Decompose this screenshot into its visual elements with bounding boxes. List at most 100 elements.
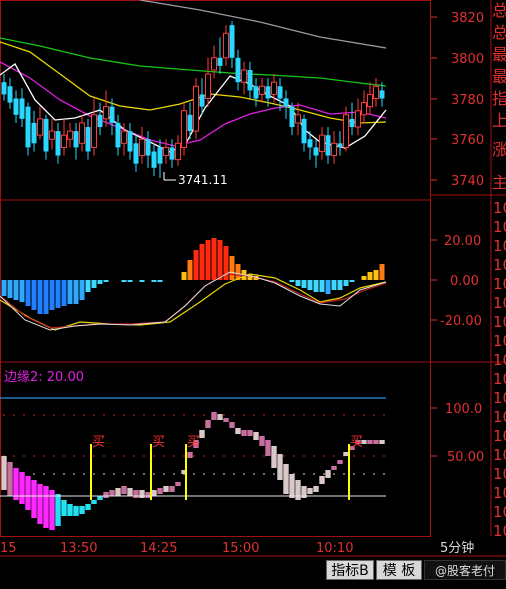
dot-2-274 (273, 473, 275, 475)
dot-2-324 (323, 473, 325, 475)
candle-13 (79, 114, 85, 152)
indicator-bar-47 (283, 464, 289, 494)
candle-12 (73, 122, 79, 160)
dot-1-54 (53, 455, 55, 457)
dot-1-64 (63, 455, 65, 457)
dot-0-254 (253, 414, 255, 416)
numeric-stub-8: 10 (493, 351, 506, 369)
chart-canvas[interactable]: 3741.11 3820 3800 3780 3760 3740 总 总 最 最… (0, 0, 506, 585)
candle-56 (337, 131, 343, 156)
candle-23 (139, 127, 145, 164)
macd-bar-9 (55, 280, 61, 308)
time-label-0: 15 (0, 541, 17, 556)
dot-2-244 (243, 473, 245, 475)
dot-2-164 (163, 473, 165, 475)
numeric-stub-13: 10 (493, 446, 506, 464)
low-marker-label: 3741.11 (178, 173, 228, 187)
dot-0-74 (73, 414, 75, 416)
dot-1-184 (183, 455, 185, 457)
dot-1-124 (123, 455, 125, 457)
candle-61 (367, 82, 373, 115)
indicator-bar-9 (55, 494, 61, 526)
numeric-stub-4: 10 (493, 275, 506, 293)
candle-4 (25, 102, 31, 156)
dot-1-294 (293, 455, 295, 457)
indicator-bar-7 (43, 486, 49, 528)
dot-0-314 (313, 414, 315, 416)
dot-0-64 (63, 414, 65, 416)
dot-2-44 (43, 473, 45, 475)
macd-bar-14 (85, 280, 91, 292)
time-label-4: 10:10 (316, 541, 353, 556)
dot-2-34 (33, 473, 35, 475)
macd-bar-48 (289, 280, 295, 282)
indicator-bar-39 (235, 428, 241, 434)
dot-0-194 (193, 414, 195, 416)
macd-bar-5 (31, 280, 37, 310)
macd-bar-16 (97, 280, 103, 284)
indicator-bar-63 (379, 440, 385, 444)
candle-0 (1, 74, 7, 101)
candle-3 (19, 88, 25, 128)
tab-indicator-b[interactable]: 指标B (326, 560, 374, 580)
dot-1-84 (83, 455, 85, 457)
indicator-bar-48 (289, 474, 295, 498)
candle-41 (247, 61, 253, 99)
candle-58 (349, 102, 355, 136)
buy-label: 买 (152, 435, 165, 450)
macd-bar-0 (1, 280, 7, 296)
tab-template[interactable]: 模 板 (376, 560, 422, 580)
candle-32 (193, 78, 199, 140)
buy-signal-3: 买 (348, 435, 363, 500)
macd-bar-54 (325, 280, 331, 294)
indicator-bar-31 (187, 452, 193, 458)
candle-50 (301, 114, 307, 152)
buy-label: 买 (92, 435, 105, 450)
indicator-bar-17 (103, 492, 109, 498)
indicator-bar-36 (217, 414, 223, 420)
candle-7 (43, 114, 49, 160)
dot-1-354 (353, 455, 355, 457)
macd-bar-3 (19, 280, 25, 302)
dot-1-214 (213, 455, 215, 457)
dot-1-284 (283, 455, 285, 457)
dot-2-114 (113, 473, 115, 475)
dot-1-14 (13, 455, 15, 457)
dot-2-304 (303, 473, 305, 475)
candle-19 (115, 114, 121, 156)
dot-0-344 (343, 414, 345, 416)
dot-2-174 (173, 473, 175, 475)
dot-0-184 (183, 414, 185, 416)
info-char-0: 总 (492, 1, 506, 20)
dot-1-224 (223, 455, 225, 457)
indicator-bar-24 (145, 492, 151, 498)
indicator-bar-37 (223, 418, 229, 422)
indicator-bar-57 (343, 452, 349, 456)
dot-2-204 (203, 473, 205, 475)
dot-1-154 (153, 455, 155, 457)
candle-37 (223, 25, 229, 66)
indicator-bars (1, 412, 385, 530)
indicator-bar-14 (85, 504, 91, 510)
dot-0-204 (203, 414, 205, 416)
candle-5 (31, 110, 37, 152)
dot-2-54 (53, 473, 55, 475)
candle-24 (145, 131, 151, 168)
macd-bar-51 (307, 280, 313, 290)
dot-0-304 (303, 414, 305, 416)
numeric-stub-12: 10 (493, 427, 506, 445)
dot-0-364 (363, 414, 365, 416)
dot-1-244 (243, 455, 245, 457)
indicator-bar-51 (307, 488, 313, 494)
macd-bar-7 (43, 280, 49, 314)
indicator-bar-18 (109, 490, 115, 496)
macd-bar-8 (49, 280, 55, 310)
numeric-stub-10: 10 (493, 389, 506, 407)
dot-1-384 (383, 455, 385, 457)
candle-35 (211, 45, 217, 79)
candle-2 (13, 90, 19, 123)
dot-2-134 (133, 473, 135, 475)
indicator-bar-4 (25, 476, 31, 510)
dot-0-34 (33, 414, 35, 416)
macd-tick-20: 20.00 (444, 234, 481, 249)
